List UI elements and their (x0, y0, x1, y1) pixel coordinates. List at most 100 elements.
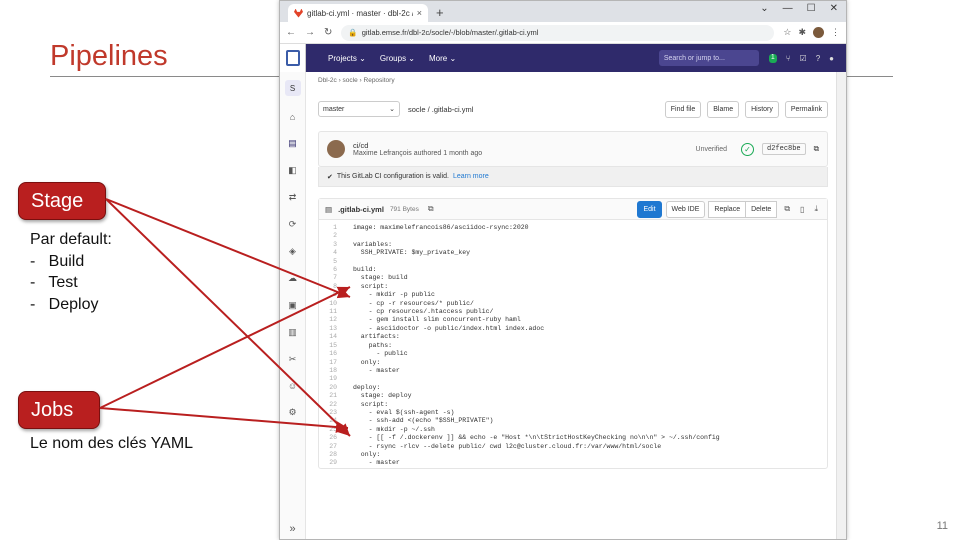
line-number[interactable]: 19 (319, 375, 337, 383)
project-sidebar: S ⌂ ▤ ◧ ⇄ ⟳ ◈ ☁ ▣ ▥ ✂ ☺ ⚙ » (280, 72, 306, 539)
gitlab-search-input[interactable]: Search or jump to... (658, 50, 759, 66)
learn-more-link[interactable]: Learn more (453, 173, 489, 180)
copy-path-icon[interactable]: ⧉ (425, 204, 437, 214)
permalink-button[interactable]: Permalink (784, 100, 828, 118)
line-number[interactable]: 1 (319, 224, 337, 232)
back-icon[interactable]: ← (286, 27, 296, 38)
branch-selector[interactable]: master ⌄ (318, 101, 400, 117)
user-avatar-icon[interactable]: ● (829, 54, 834, 63)
packages-icon[interactable]: ▣ (288, 300, 297, 311)
line-number[interactable]: 18 (319, 367, 337, 375)
project-overview-icon[interactable]: ⌂ (290, 112, 295, 122)
delete-button[interactable]: Delete (745, 200, 778, 218)
star-icon[interactable]: ☆ (783, 27, 791, 38)
commit-sha[interactable]: d2fec8be (762, 143, 806, 155)
code-line: - master (353, 366, 400, 374)
browser-menu-icon[interactable]: ⋮ (831, 27, 840, 38)
menu-more[interactable]: More ⌄ (429, 54, 456, 63)
close-window-button[interactable]: ✕ (830, 3, 838, 14)
issues-icon[interactable]: ◧ (288, 165, 297, 176)
download-icon[interactable]: ⤓ (811, 204, 821, 214)
line-number[interactable]: 23 (319, 409, 337, 417)
line-number[interactable]: 10 (319, 300, 337, 308)
breadcrumb[interactable]: Dbl-2c › socle › Repository (318, 72, 828, 90)
operations-icon[interactable]: ☁ (288, 273, 297, 284)
extensions-icon[interactable]: ✱ (798, 27, 806, 38)
page-scrollbar[interactable] (836, 72, 846, 539)
settings-icon[interactable]: ⚙ (288, 407, 296, 418)
gitlab-logo-icon[interactable] (280, 44, 306, 72)
copy-contents-icon[interactable]: ⧉ (781, 204, 793, 214)
gitlab-main-content: Dbl-2c › socle › Repository master ⌄ soc… (318, 72, 828, 469)
ci-cd-icon[interactable]: ⟳ (289, 219, 297, 230)
gitlab-favicon-icon (294, 8, 303, 18)
author-avatar[interactable] (327, 140, 345, 158)
unverified-badge[interactable]: Unverified (696, 146, 728, 153)
profile-avatar[interactable] (813, 27, 824, 38)
menu-projects[interactable]: Projects ⌄ (328, 54, 366, 63)
tab-search-icon[interactable]: ⌄ (760, 3, 768, 14)
menu-groups[interactable]: Groups ⌄ (380, 54, 415, 63)
analytics-icon[interactable]: ▥ (288, 327, 297, 338)
raw-file-icon[interactable]: ▯ (797, 205, 807, 214)
commit-title[interactable]: ci/cd (353, 141, 688, 150)
line-number[interactable]: 28 (319, 451, 337, 459)
edit-button[interactable]: Edit (637, 200, 662, 218)
help-icon[interactable]: ? (816, 54, 820, 63)
code-line: stage: build (353, 274, 408, 282)
find-file-button[interactable]: Find file (664, 100, 702, 118)
merge-requests-icon[interactable]: ⑂ (786, 54, 791, 63)
line-number[interactable]: 7 (319, 274, 337, 282)
web-ide-button[interactable]: Web IDE (665, 200, 706, 218)
minimize-button[interactable]: — (783, 3, 793, 14)
snippets-icon[interactable]: ✂ (289, 354, 297, 365)
line-number[interactable]: 20 (319, 384, 337, 392)
line-number[interactable]: 26 (319, 434, 337, 442)
line-number[interactable]: 12 (319, 316, 337, 324)
pipeline-passed-icon[interactable]: ✓ (741, 142, 755, 156)
merge-request-icon[interactable]: ⇄ (289, 192, 297, 203)
line-number[interactable]: 4 (319, 249, 337, 257)
line-number[interactable]: 24 (319, 417, 337, 425)
reload-icon[interactable]: ↻ (324, 27, 332, 38)
line-number[interactable]: 6 (319, 266, 337, 274)
new-tab-button[interactable]: + (436, 4, 444, 22)
line-number[interactable]: 17 (319, 359, 337, 367)
lock-icon: 🔒 (348, 28, 358, 37)
line-number[interactable]: 11 (319, 308, 337, 316)
last-commit-box: ci/cd Maxime Lefrançois authored 1 month… (318, 131, 828, 167)
close-tab-icon[interactable]: × (417, 8, 422, 18)
line-number[interactable]: 22 (319, 401, 337, 409)
file-toolbar: master ⌄ socle / .gitlab-ci.yml Find fil… (318, 100, 828, 118)
line-number[interactable]: 13 (319, 325, 337, 333)
browser-tab[interactable]: gitlab-ci.yml · master · dbl-2c / … × (288, 4, 428, 22)
line-number[interactable]: 25 (319, 426, 337, 434)
members-icon[interactable]: ☺ (288, 381, 297, 391)
code-line: variables: (353, 240, 393, 248)
repository-icon[interactable]: ▤ (288, 138, 297, 149)
replace-button[interactable]: Replace (708, 200, 747, 218)
todos-icon[interactable]: ☑ (800, 54, 807, 63)
line-number[interactable]: 27 (319, 443, 337, 451)
maximize-button[interactable]: ☐ (807, 3, 816, 14)
line-number[interactable]: 8 (319, 283, 337, 291)
copy-sha-icon[interactable]: ⧉ (814, 144, 819, 154)
line-number[interactable]: 14 (319, 333, 337, 341)
line-number[interactable]: 15 (319, 342, 337, 350)
forward-icon[interactable]: → (305, 27, 315, 38)
history-button[interactable]: History (745, 100, 779, 118)
line-number[interactable]: 29 (319, 459, 337, 467)
collapse-sidebar-icon[interactable]: » (289, 523, 295, 535)
security-icon[interactable]: ◈ (289, 246, 296, 257)
url-field[interactable]: 🔒 gitlab.emse.fr/dbl-2c/socle/-/blob/mas… (341, 24, 775, 41)
line-number[interactable]: 16 (319, 350, 337, 358)
issues-badge[interactable]: 1 (768, 53, 777, 63)
blame-button[interactable]: Blame (707, 100, 740, 118)
line-number[interactable]: 2 (319, 232, 337, 240)
line-number[interactable]: 3 (319, 241, 337, 249)
file-name: .gitlab-ci.yml (338, 204, 384, 214)
project-avatar[interactable]: S (284, 80, 301, 96)
line-number[interactable]: 9 (319, 291, 337, 299)
line-number[interactable]: 21 (319, 392, 337, 400)
line-number[interactable]: 5 (319, 258, 337, 266)
